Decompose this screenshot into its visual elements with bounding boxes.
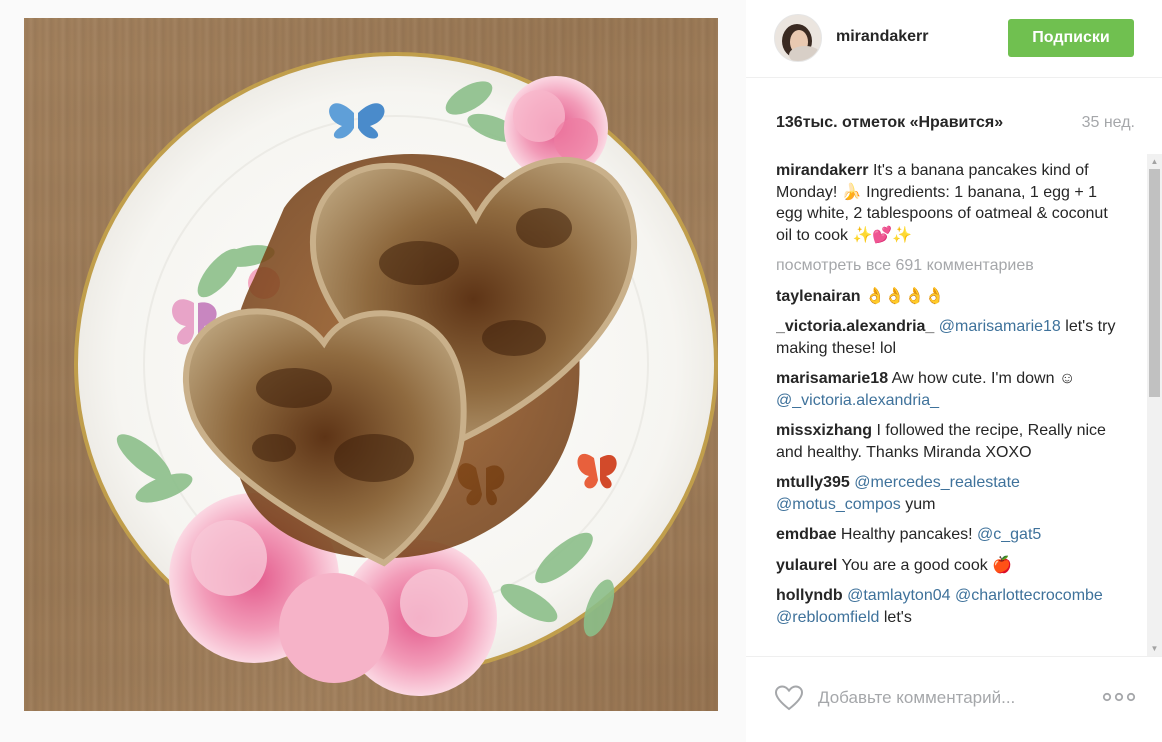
- comment-item: mtully395 @mercedes_realestate @motus_co…: [776, 472, 1121, 515]
- likes-count[interactable]: 136тыс. отметок «Нравится»: [776, 114, 1003, 132]
- comment-username[interactable]: _victoria.alexandria_: [776, 318, 934, 335]
- comments-list: mirandakerr It's a banana pancakes kind …: [776, 160, 1146, 656]
- photo-illustration: [74, 52, 718, 696]
- comment-mention[interactable]: @_victoria.alexandria_: [776, 392, 939, 409]
- post-header: mirandakerr Подписки: [746, 0, 1162, 78]
- comment-mention[interactable]: @c_gat5: [977, 526, 1041, 543]
- comment-text: yum: [905, 495, 936, 513]
- comment-text: You are a good cook 🍎: [841, 556, 1013, 574]
- comment-username[interactable]: missxizhang: [776, 422, 872, 439]
- caption: mirandakerr It's a banana pancakes kind …: [776, 160, 1121, 246]
- comment-username[interactable]: mtully395: [776, 474, 850, 491]
- scroll-up-arrow-icon[interactable]: ▲: [1147, 154, 1162, 169]
- comment-item: marisamarie18 Aw how cute. I'm down ☺ @_…: [776, 368, 1121, 411]
- view-all-comments-link[interactable]: посмотреть все 691 комментариев: [776, 255, 1146, 277]
- caption-username[interactable]: mirandakerr: [776, 162, 869, 179]
- comment-text: Healthy pancakes!: [840, 526, 973, 543]
- comment-text: 👌👌👌👌: [864, 287, 945, 305]
- comment-item: emdbae Healthy pancakes! @c_gat5: [776, 524, 1121, 546]
- comment-item: missxizhang I followed the recipe, Reall…: [776, 420, 1121, 463]
- comment-mention[interactable]: @marisamarie18: [939, 318, 1061, 335]
- comment-item: _victoria.alexandria_ @marisamarie18 let…: [776, 316, 1121, 359]
- scroll-down-arrow-icon[interactable]: ▼: [1147, 641, 1162, 656]
- comment-username[interactable]: emdbae: [776, 526, 836, 543]
- heart-icon[interactable]: [774, 684, 804, 712]
- username[interactable]: mirandakerr: [836, 28, 929, 46]
- comment-username[interactable]: yulaurel: [776, 557, 837, 574]
- post-age[interactable]: 35 нед.: [1082, 114, 1135, 132]
- avatar-image: [775, 15, 821, 61]
- comment-item: yulaurel You are a good cook 🍎: [776, 555, 1121, 577]
- comments-scrollbar[interactable]: ▲ ▼: [1147, 154, 1162, 656]
- post-panel: mirandakerr Подписки 136тыс. отметок «Нр…: [746, 0, 1162, 742]
- likes-row: 136тыс. отметок «Нравится» 35 нед.: [776, 114, 1136, 136]
- comment-username[interactable]: hollyndb: [776, 587, 843, 604]
- comment-item: taylenairan 👌👌👌👌: [776, 286, 1121, 308]
- more-options-icon[interactable]: [1102, 689, 1136, 705]
- following-button[interactable]: Подписки: [1008, 19, 1134, 57]
- comment-username[interactable]: marisamarie18: [776, 370, 888, 387]
- comment-footer: [746, 656, 1162, 742]
- add-comment-input[interactable]: [818, 685, 1080, 711]
- avatar[interactable]: [774, 14, 822, 62]
- comment-text: Aw how cute. I'm down ☺: [891, 370, 1076, 387]
- photo-area: [0, 0, 746, 742]
- scrollbar-thumb[interactable]: [1149, 169, 1160, 397]
- post-photo[interactable]: [24, 18, 718, 711]
- comment-item: hollyndb @tamlayton04 @charlottecrocombe…: [776, 585, 1121, 628]
- comment-username[interactable]: taylenairan: [776, 288, 860, 305]
- comment-text: let's: [883, 608, 912, 626]
